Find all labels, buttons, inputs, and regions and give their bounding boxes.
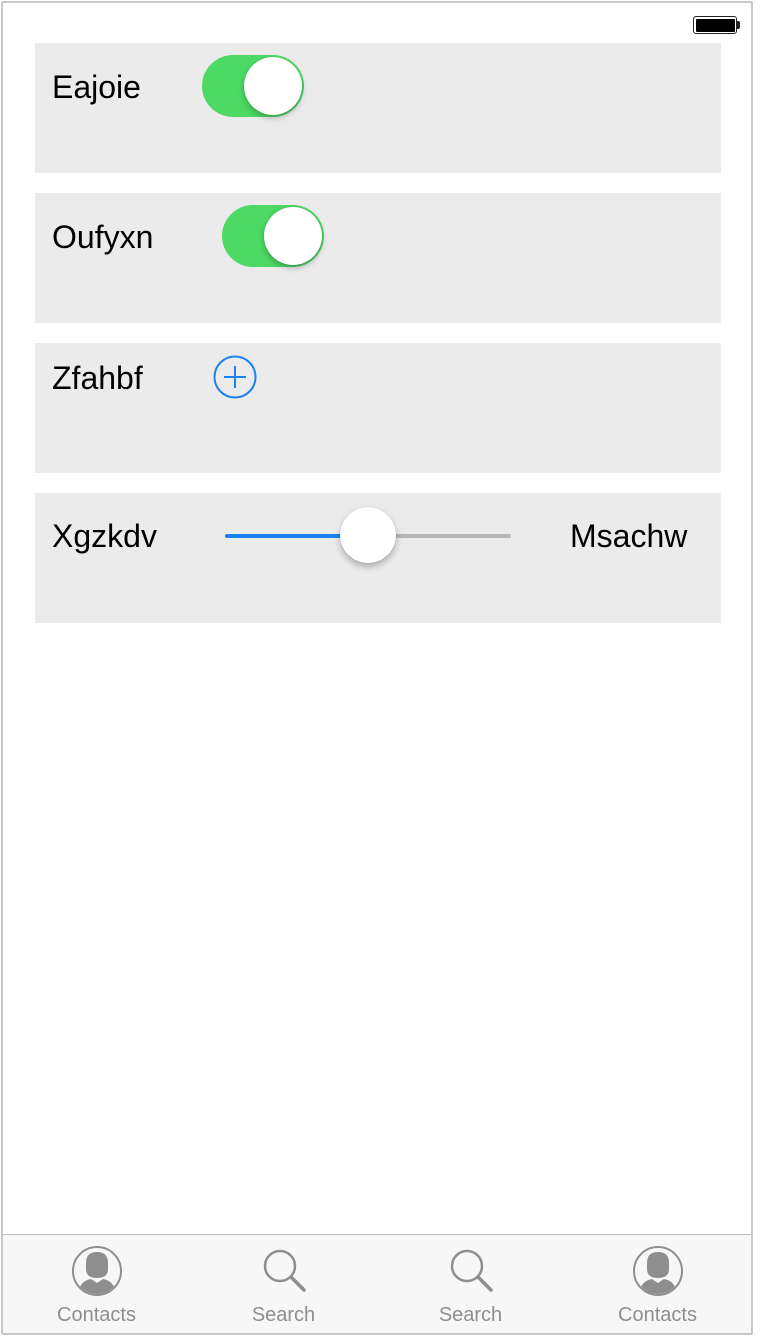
contacts-icon [632,1246,683,1296]
row-label: Xgzkdv [52,518,157,554]
tab-label: Contacts [618,1304,697,1326]
oufyxn-toggle[interactable] [222,205,324,267]
toggle-knob [264,207,322,265]
row-label: Eajoie [52,69,141,105]
tab-label: Contacts [57,1304,136,1326]
tab-search[interactable]: Search [377,1235,564,1333]
add-button[interactable] [213,355,257,399]
tab-label: Search [438,1304,503,1326]
slider-thumb[interactable] [340,507,396,563]
tab-search[interactable]: Search [190,1235,377,1333]
eajoie-toggle[interactable] [202,55,304,117]
plus-circle-icon [213,355,257,399]
slider-trailing-label: Msachw [570,518,688,554]
contacts-icon [71,1246,122,1296]
search-icon [263,1249,306,1292]
row-label: Oufyxn [52,219,154,255]
search-icon [450,1249,493,1292]
row-label: Zfahbf [52,360,143,396]
setting-row-xgzkdv: Xgzkdv Msachw [35,493,721,623]
app-screen: Eajoie Oufyxn Zfahbf Xgzkdv Msachw Conta… [1,1,753,1335]
tab-contacts[interactable]: Contacts [3,1235,190,1333]
tab-label: Search [251,1304,316,1326]
setting-row-oufyxn: Oufyxn [35,193,721,323]
battery-icon [693,16,737,34]
xgzkdv-slider[interactable] [225,505,511,565]
battery-nub [737,21,740,29]
tab-bar: Contacts Search Search Contacts [3,1234,751,1333]
toggle-knob [244,57,302,115]
tab-contacts[interactable]: Contacts [564,1235,751,1333]
setting-row-zfahbf: Zfahbf [35,343,721,473]
setting-row-eajoie: Eajoie [35,43,721,173]
